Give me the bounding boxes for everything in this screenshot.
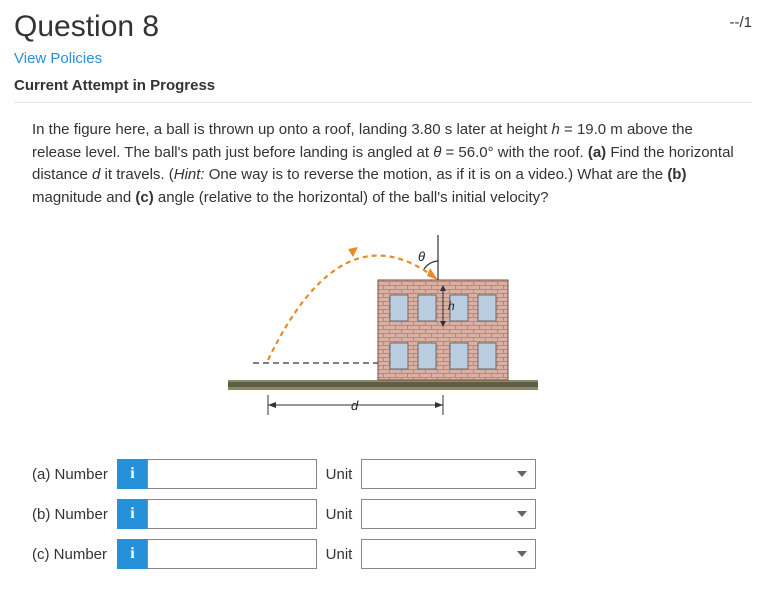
figure: h θ d <box>14 225 752 429</box>
attempt-status: Current Attempt in Progress <box>14 77 752 94</box>
view-policies-link[interactable]: View Policies <box>14 50 752 67</box>
unit-select-c[interactable] <box>361 539 536 569</box>
unit-label: Unit <box>317 546 361 563</box>
unit-select-b[interactable] <box>361 499 536 529</box>
part-label: (a) Number <box>32 466 117 483</box>
number-input-b[interactable] <box>147 499 317 529</box>
answer-row: (c) Number i Unit <box>32 539 752 569</box>
unit-select-a[interactable] <box>361 459 536 489</box>
answer-row: (b) Number i Unit <box>32 499 752 529</box>
info-icon[interactable]: i <box>117 539 147 569</box>
unit-label: Unit <box>317 506 361 523</box>
number-input-a[interactable] <box>147 459 317 489</box>
theta-label: θ <box>418 249 425 264</box>
info-icon[interactable]: i <box>117 459 147 489</box>
info-icon[interactable]: i <box>117 499 147 529</box>
problem-text: In the figure here, a ball is thrown up … <box>32 119 734 209</box>
part-label: (b) Number <box>32 506 117 523</box>
h-label: h <box>448 299 455 313</box>
d-label: d <box>351 398 359 413</box>
divider <box>14 102 752 103</box>
number-input-c[interactable] <box>147 539 317 569</box>
answer-row: (a) Number i Unit <box>32 459 752 489</box>
question-title: Question 8 <box>14 10 159 44</box>
unit-label: Unit <box>317 466 361 483</box>
part-label: (c) Number <box>32 546 117 563</box>
score-display: --/1 <box>730 14 753 31</box>
